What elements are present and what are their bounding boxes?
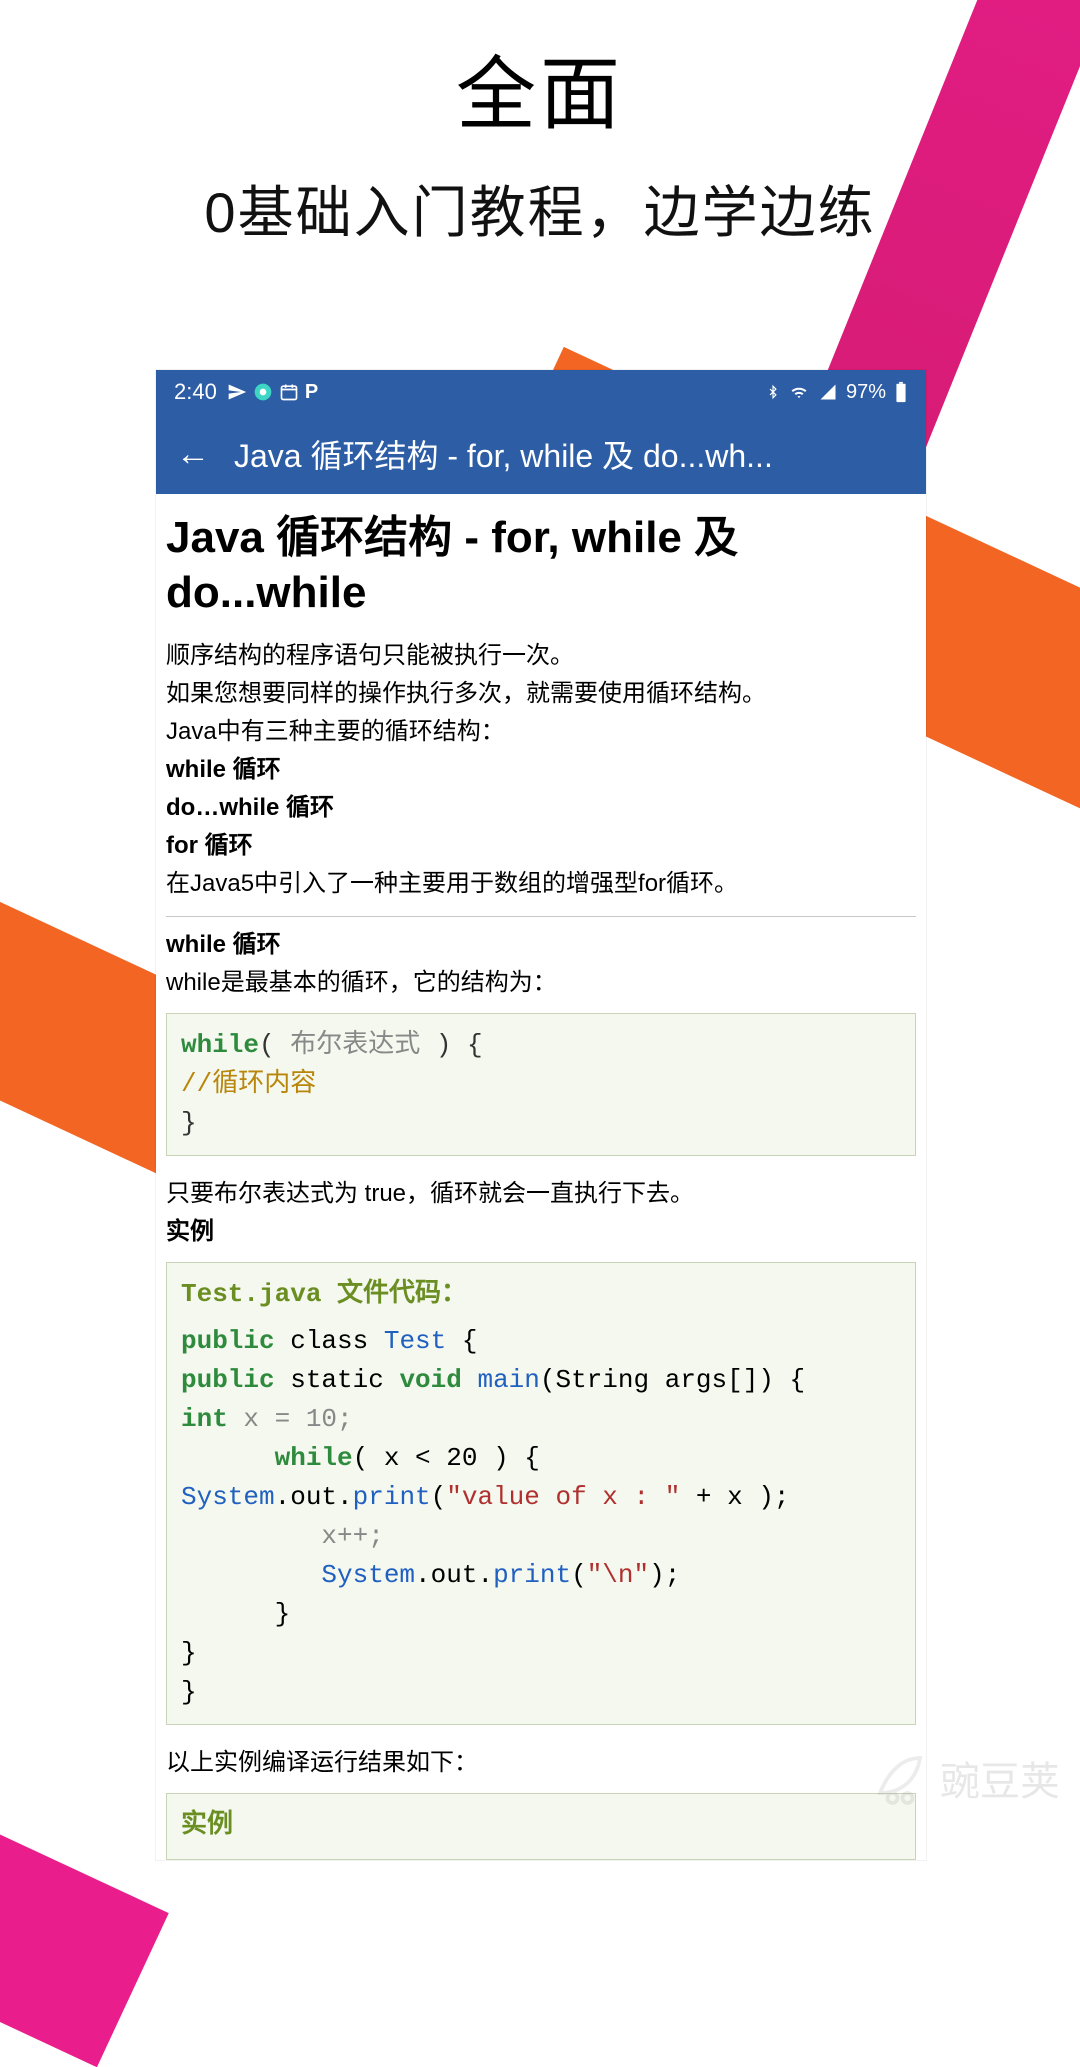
status-time: 2:40: [174, 379, 217, 405]
promo-subtitle: 0基础入门教程，边学边练: [0, 168, 1080, 249]
paragraph: 顺序结构的程序语句只能被执行一次。: [166, 638, 916, 674]
camera-icon: [253, 382, 273, 402]
watermark-text: 豌豆荚: [940, 1749, 1060, 1807]
paragraph: while是最基本的循环，它的结构为：: [166, 965, 916, 1001]
send-icon: [227, 382, 247, 402]
wifi-icon: [788, 383, 810, 401]
article-content[interactable]: Java 循环结构 - for, while 及 do...while 顺序结构…: [156, 494, 926, 1860]
pea-icon: [870, 1748, 930, 1808]
watermark: 豌豆荚: [870, 1748, 1060, 1808]
status-bar: 2:40 P 97%: [156, 370, 926, 414]
section-title: while 循环: [166, 927, 916, 963]
code-block-result: 实例: [166, 1793, 916, 1860]
paragraph: Java中有三种主要的循环结构：: [166, 714, 916, 750]
list-item: while 循环: [166, 752, 916, 788]
divider: [166, 916, 916, 917]
calendar-icon: [279, 382, 299, 402]
code-block-while: while( 布尔表达式 ) { //循环内容 }: [166, 1013, 916, 1156]
list-item: do…while 循环: [166, 790, 916, 826]
example-label: 实例: [166, 1214, 916, 1250]
back-button[interactable]: ←: [176, 435, 210, 474]
decorative-stripe: [0, 696, 114, 1064]
paragraph: 只要布尔表达式为 true，循环就会一直执行下去。: [166, 1176, 916, 1212]
phone-frame: 2:40 P 97%: [156, 370, 926, 1860]
paragraph: 以上实例编译运行结果如下：: [166, 1745, 916, 1781]
promo-header: 全面 0基础入门教程，边学边练: [0, 0, 1080, 249]
paragraph: 在Java5中引入了一种主要用于数组的增强型for循环。: [166, 866, 916, 902]
signal-icon: [818, 383, 838, 401]
bluetooth-icon: [766, 382, 780, 402]
app-bar-title: Java 循环结构 - for, while 及 do...wh...: [234, 431, 906, 477]
decorative-stripe: [0, 1533, 169, 2067]
app-bar: ← Java 循环结构 - for, while 及 do...wh...: [156, 414, 926, 494]
battery-percent: 97%: [846, 381, 886, 404]
promo-title: 全面: [0, 30, 1080, 146]
paragraph: 如果您想要同样的操作执行多次，就需要使用循环结构。: [166, 676, 916, 712]
code-title: Test.java 文件代码：: [181, 1275, 901, 1314]
example-label: 实例: [181, 1806, 901, 1845]
code-block-test: Test.java 文件代码：public class Test { publi…: [166, 1262, 916, 1725]
p-icon: P: [305, 381, 318, 404]
article-title: Java 循环结构 - for, while 及 do...while: [156, 494, 926, 630]
battery-icon: [894, 381, 908, 403]
list-item: for 循环: [166, 828, 916, 864]
